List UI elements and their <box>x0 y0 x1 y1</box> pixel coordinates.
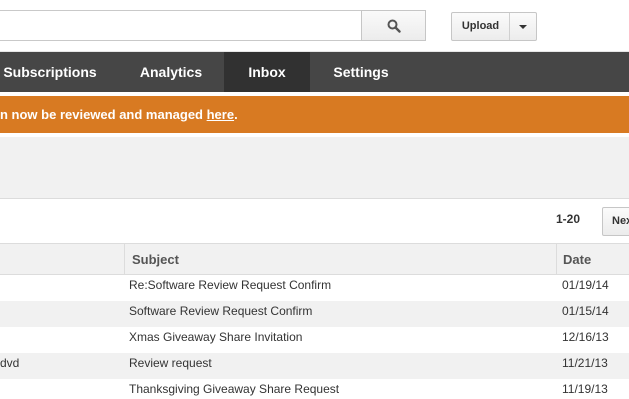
top-bar: Upload <box>0 0 629 52</box>
upload-button[interactable]: Upload <box>452 13 510 40</box>
upload-button-group: Upload <box>451 12 537 41</box>
table-header: Subject Date <box>0 243 629 275</box>
toolbar-area <box>0 137 629 199</box>
banner-link-here[interactable]: here <box>207 107 234 122</box>
column-header-subject[interactable]: Subject <box>132 244 179 274</box>
column-divider[interactable] <box>556 244 557 274</box>
chevron-down-icon <box>519 24 527 29</box>
pager-row: 1-20 <box>0 200 629 243</box>
cell-subject[interactable]: Thanksgiving Giveaway Share Request <box>129 379 339 399</box>
banner-text-end: . <box>234 107 238 122</box>
cell-subject[interactable]: Review request <box>129 353 212 373</box>
tab-subscriptions[interactable]: Subscriptions <box>0 52 100 92</box>
cell-date: 01/19/14 <box>562 278 609 292</box>
page-range: 1-20 <box>556 212 581 226</box>
cell-from: dvd <box>0 356 20 370</box>
cell-date: 11/21/13 <box>562 356 608 370</box>
notice-banner: n now be reviewed and managed here. <box>0 96 629 133</box>
upload-menu-button[interactable] <box>510 13 536 40</box>
table-row[interactable]: Re:Software Review Request Confirm 01/19… <box>0 275 629 301</box>
search-button[interactable] <box>361 10 426 41</box>
table-row[interactable]: Thanksgiving Giveaway Share Request 11/1… <box>0 379 629 399</box>
cell-subject[interactable]: Software Review Request Confirm <box>129 301 312 321</box>
table-row[interactable]: dvd Review request 11/21/13 <box>0 353 629 379</box>
table-row[interactable]: Xmas Giveaway Share Invitation 12/16/13 <box>0 327 629 353</box>
cell-date: 12/16/13 <box>562 330 609 344</box>
table-row[interactable]: Software Review Request Confirm 01/15/14 <box>0 301 629 327</box>
column-divider[interactable] <box>124 244 125 274</box>
cell-subject[interactable]: Re:Software Review Request Confirm <box>129 275 331 295</box>
nav-bar: Subscriptions Analytics Inbox Settings <box>0 52 629 92</box>
search-icon <box>387 19 401 33</box>
banner-message: n now be reviewed and managed here. <box>0 96 238 133</box>
cell-date: 11/19/13 <box>562 382 608 396</box>
cell-subject[interactable]: Xmas Giveaway Share Invitation <box>129 327 302 347</box>
tab-analytics[interactable]: Analytics <box>122 52 220 92</box>
next-page-button[interactable]: Next <box>602 207 629 236</box>
search-input[interactable] <box>0 10 362 41</box>
column-header-date[interactable]: Date <box>563 244 591 274</box>
cell-date: 01/15/14 <box>562 304 609 318</box>
banner-text: n now be reviewed and managed <box>0 107 207 122</box>
tab-settings[interactable]: Settings <box>322 52 400 92</box>
tab-inbox[interactable]: Inbox <box>224 52 310 92</box>
